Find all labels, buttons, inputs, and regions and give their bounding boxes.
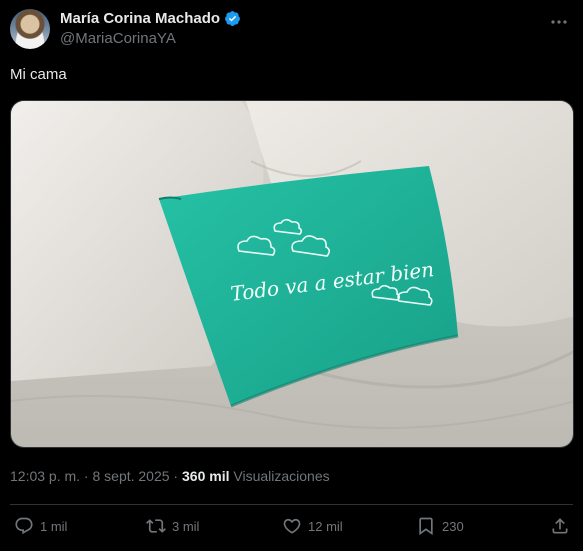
like-count: 12 mil: [308, 518, 343, 534]
like-icon: [283, 518, 301, 534]
repost-count: 3 mil: [172, 518, 200, 534]
tweet-image[interactable]: Todo va a estar bien: [10, 100, 574, 448]
verified-icon: [225, 11, 240, 26]
share-icon: [552, 518, 568, 534]
author-name[interactable]: María Corina Machado: [60, 10, 220, 27]
share-button[interactable]: [550, 516, 570, 536]
repost-icon: [146, 519, 166, 533]
timestamp[interactable]: 12:03 p. m. · 8 sept. 2025 ·: [10, 468, 182, 484]
like-button[interactable]: 12 mil: [282, 516, 343, 536]
bed-pillow-photo: Todo va a estar bien: [11, 101, 573, 447]
tweet-text: Mi cama: [10, 66, 67, 83]
bookmark-count: 230: [442, 518, 464, 534]
bookmark-button[interactable]: 230: [416, 516, 464, 536]
repost-button[interactable]: 3 mil: [146, 516, 199, 536]
reply-button[interactable]: 1 mil: [14, 516, 67, 536]
reply-icon: [15, 517, 33, 535]
views-label: Visualizaciones: [229, 468, 330, 484]
author-handle[interactable]: @MariaCorinaYA: [60, 30, 176, 47]
avatar[interactable]: [10, 9, 50, 49]
bookmark-icon: [419, 517, 433, 536]
tweet-header: María Corina Machado @MariaCorinaYA: [10, 8, 573, 52]
more-icon[interactable]: [547, 12, 571, 32]
author-name-row: María Corina Machado: [60, 10, 241, 27]
divider: [10, 504, 573, 505]
tweet-meta: 12:03 p. m. · 8 sept. 2025 · 360 mil Vis…: [10, 468, 330, 484]
views-count: 360 mil: [182, 468, 230, 484]
reply-count: 1 mil: [40, 518, 68, 534]
action-bar: 1 mil 3 mil 12 mil 230: [10, 512, 573, 544]
